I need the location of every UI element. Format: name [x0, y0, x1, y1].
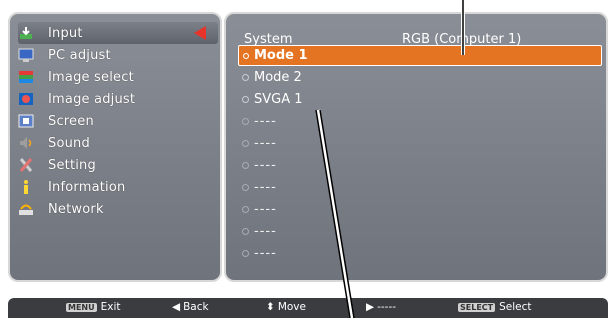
key-guide-bar: MENU Exit ◀ Back ⬍ Move ▶ ----- SELECT S…	[8, 298, 608, 318]
select-key-icon: SELECT	[458, 302, 496, 312]
next-hint: ▶ -----	[366, 301, 396, 313]
option-label: Mode 1	[254, 48, 308, 63]
option-empty-10[interactable]: ----	[238, 243, 602, 264]
menu-label: Image adjust	[48, 91, 136, 107]
option-empty-7[interactable]: ----	[238, 177, 602, 198]
selected-arrow-icon	[194, 26, 206, 40]
option-empty-5[interactable]: ----	[238, 133, 602, 154]
projector-osd-screen: Input PC adjust Image select Image adjus…	[0, 0, 612, 318]
menu-label: Input	[48, 25, 83, 41]
menu-item-sound[interactable]: Sound	[18, 132, 218, 154]
option-empty-8[interactable]: ----	[238, 199, 602, 220]
option-label: ----	[254, 202, 277, 217]
move-label: Move	[277, 301, 306, 313]
radio-icon	[242, 250, 249, 257]
menu-label: Network	[48, 201, 104, 217]
menu-item-network[interactable]: Network	[18, 198, 218, 220]
option-label: ----	[254, 158, 277, 173]
pc-adjust-icon	[18, 47, 34, 63]
option-label: SVGA 1	[254, 92, 303, 107]
radio-selected-icon	[243, 52, 249, 59]
back-label: Back	[183, 301, 209, 313]
setting-icon	[18, 157, 34, 173]
left-arrow-icon: ◀	[172, 301, 181, 313]
input-icon	[18, 25, 34, 41]
menu-item-setting[interactable]: Setting	[18, 154, 218, 176]
menu-key-icon: MENU	[66, 302, 97, 312]
radio-icon	[242, 162, 249, 169]
option-label: ----	[254, 180, 277, 195]
menu-item-screen[interactable]: Screen	[18, 110, 218, 132]
option-empty-9[interactable]: ----	[238, 221, 602, 242]
option-label: ----	[254, 224, 277, 239]
main-menu-panel: Input PC adjust Image select Image adjus…	[8, 12, 222, 282]
option-label: ----	[254, 136, 277, 151]
next-label: -----	[377, 301, 397, 313]
up-down-arrow-icon: ⬍	[266, 301, 275, 313]
menu-item-image-adjust[interactable]: Image adjust	[18, 88, 218, 110]
radio-icon	[242, 206, 249, 213]
radio-icon	[242, 140, 249, 147]
select-hint: SELECT Select	[458, 301, 532, 313]
right-arrow-icon: ▶	[366, 301, 375, 313]
back-hint: ◀ Back	[172, 301, 209, 313]
image-adjust-icon	[18, 91, 34, 107]
radio-icon	[242, 184, 249, 191]
menu-label: PC adjust	[48, 47, 111, 63]
select-label: Select	[499, 301, 532, 313]
radio-icon	[242, 228, 249, 235]
exit-label: Exit	[100, 301, 121, 313]
option-label: ----	[254, 114, 277, 129]
radio-icon	[242, 118, 249, 125]
image-select-icon	[18, 69, 34, 85]
menu-label: Screen	[48, 113, 94, 129]
sound-icon	[18, 135, 34, 151]
move-hint: ⬍ Move	[266, 301, 306, 313]
menu-label: Image select	[48, 69, 134, 85]
system-submenu-panel: System RGB (Computer 1) Mode 1 Mode 2 SV…	[224, 12, 608, 282]
option-mode-1[interactable]: Mode 1	[238, 45, 602, 66]
information-icon	[18, 179, 34, 195]
menu-label: Sound	[48, 135, 90, 151]
radio-icon	[242, 96, 249, 103]
menu-item-input[interactable]: Input	[18, 22, 218, 44]
menu-label: Information	[48, 179, 126, 195]
option-mode-2[interactable]: Mode 2	[238, 67, 602, 88]
option-empty-6[interactable]: ----	[238, 155, 602, 176]
radio-icon	[242, 74, 249, 81]
screen-icon	[18, 113, 34, 129]
menu-item-information[interactable]: Information	[18, 176, 218, 198]
menu-item-pc-adjust[interactable]: PC adjust	[18, 44, 218, 66]
network-icon	[18, 201, 34, 217]
option-label: ----	[254, 246, 277, 261]
menu-label: Setting	[48, 157, 96, 173]
option-svga-1[interactable]: SVGA 1	[238, 89, 602, 110]
option-empty-4[interactable]: ----	[238, 111, 602, 132]
exit-hint: MENU Exit	[66, 301, 121, 313]
menu-item-image-select[interactable]: Image select	[18, 66, 218, 88]
option-label: Mode 2	[254, 70, 302, 85]
